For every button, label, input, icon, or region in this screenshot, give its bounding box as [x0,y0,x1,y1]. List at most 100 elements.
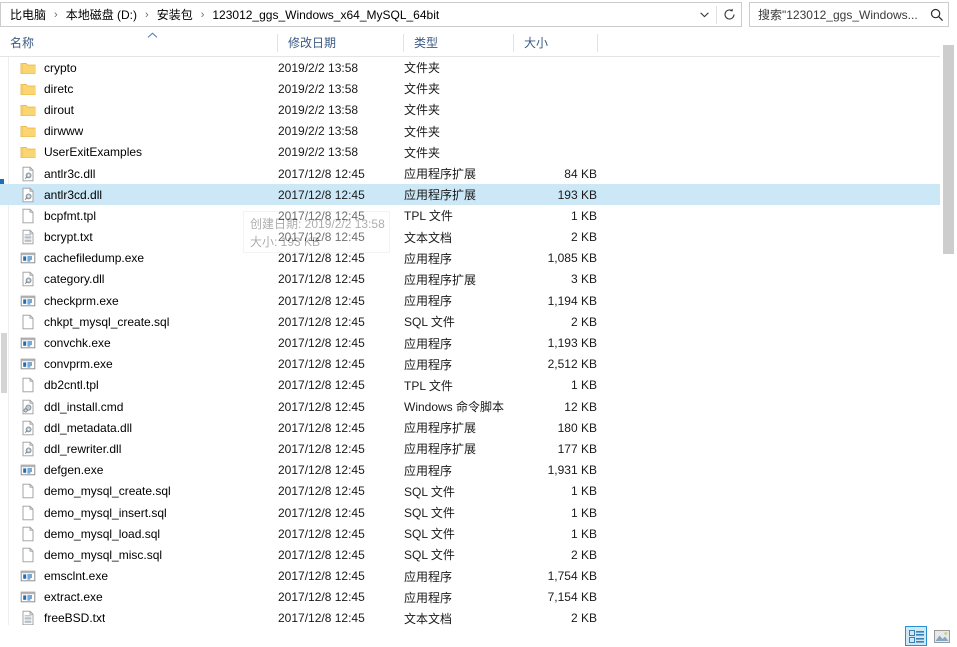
column-header-size[interactable]: 大小 [514,29,598,56]
file-row[interactable]: UserExitExamples 2019/2/2 13:58 文件夹 [0,142,940,163]
file-row[interactable]: convchk.exe 2017/12/8 12:45 应用程序 1,193 KB [0,332,940,353]
file-name-cell[interactable]: UserExitExamples [0,142,278,163]
large-icons-view-button[interactable] [931,626,953,646]
file-date-cell: 2017/12/8 12:45 [278,166,365,181]
file-date-cell: 2017/12/8 12:45 [278,463,365,478]
file-name-label: demo_mysql_create.sql [44,484,171,499]
file-row[interactable]: antlr3cd.dll 2017/12/8 12:45 应用程序扩展 193 KB [0,184,940,206]
file-row[interactable]: chkpt_mysql_create.sql 2017/12/8 12:45 SQL… [0,311,940,332]
folder-icon [20,147,36,159]
column-header-date-label: 修改日期 [288,36,337,50]
file-row[interactable]: extract.exe 2017/12/8 12:45 应用程序 7,154 KB [0,587,940,608]
file-name-cell[interactable]: checkprm.exe [0,290,278,311]
folder-icon [18,142,38,162]
file-name-cell[interactable]: cachefiledump.exe [0,248,278,269]
breadcrumb[interactable]: 比电脑 › 本地磁盘 (D:) › 安装包 › 123012_ggs_Windows_x64… [1,5,692,25]
file-name-cell[interactable]: dirout [0,99,278,120]
vertical-scrollbar[interactable] [940,29,957,625]
file-name-label: ddl_install.cmd [44,399,124,414]
column-header-type[interactable]: 类型 [404,29,514,56]
file-row[interactable]: crypto 2019/2/2 13:58 文件夹 [0,57,940,78]
file-row[interactable]: category.dll 2017/12/8 12:45 应用程序扩展 3 KB [0,269,940,290]
file-name-cell[interactable]: ddl_metadata.dll [0,417,278,438]
file-type-cell: 文件夹 [404,61,441,76]
file-name-cell[interactable]: bcrypt.txt [0,227,278,248]
file-row[interactable]: diretc 2019/2/2 13:58 文件夹 [0,78,940,99]
breadcrumb-item[interactable]: 比电脑 [7,5,49,25]
file-name-cell[interactable]: extract.exe [0,587,278,608]
blank-file-icon [22,314,34,330]
file-row[interactable]: convprm.exe 2017/12/8 12:45 应用程序 2,512 KB [0,354,940,375]
blank-file-icon [22,208,34,224]
file-row[interactable]: bcpfmt.tpl 2017/12/8 12:45 TPL 文件 1 KB [0,205,940,226]
breadcrumb-item[interactable]: 123012_ggs_Windows_x64_MySQL_64bit [209,5,442,25]
breadcrumb-item[interactable]: 本地磁盘 (D:) [63,5,140,25]
executable-file-icon [20,591,36,603]
file-name-cell[interactable]: diretc [0,78,278,99]
column-header-name[interactable]: 名称 [0,29,278,56]
file-type-icon [18,481,38,501]
scrollbar-thumb[interactable] [943,45,954,254]
file-row[interactable]: ddl_metadata.dll 2017/12/8 12:45 应用程序扩展 180… [0,417,940,438]
address-dropdown-button[interactable] [692,3,716,26]
file-type-icon [18,227,38,247]
file-row[interactable]: ddl_rewriter.dll 2017/12/8 12:45 应用程序扩展 177… [0,438,940,459]
column-divider[interactable] [597,34,598,52]
file-row[interactable]: demo_mysql_misc.sql 2017/12/8 12:45 SQL 文件… [0,544,940,565]
breadcrumb-item[interactable]: 安装包 [154,5,196,25]
file-size-cell: 1 KB [570,526,597,541]
file-row[interactable]: defgen.exe 2017/12/8 12:45 应用程序 1,931 KB [0,460,940,481]
file-type-icon [18,460,38,480]
file-name-cell[interactable]: category.dll [0,269,278,290]
file-type-icon [18,503,38,523]
file-name-cell[interactable]: ddl_rewriter.dll [0,438,278,459]
refresh-button[interactable] [717,3,741,26]
address-path-box[interactable]: 比电脑 › 本地磁盘 (D:) › 安装包 › 123012_ggs_Windows_x64… [0,2,742,27]
file-row[interactable]: demo_mysql_load.sql 2017/12/8 12:45 SQL 文件… [0,523,940,544]
blank-file-icon [22,526,34,541]
details-view-button[interactable] [905,626,927,646]
file-row[interactable]: demo_mysql_insert.sql 2017/12/8 12:45 SQL … [0,502,940,523]
file-name-cell[interactable]: emsclnt.exe [0,566,278,587]
file-type-icon [18,566,38,586]
file-name-cell[interactable]: chkpt_mysql_create.sql [0,311,278,332]
file-date-cell: 2017/12/8 12:45 [278,272,365,287]
file-name-cell[interactable]: antlr3cd.dll [0,184,278,205]
file-name-cell[interactable]: db2cntl.tpl [0,375,278,396]
search-input[interactable]: 搜索"123012_ggs_Windows... [750,6,926,23]
file-type-icon [18,291,38,311]
file-name-cell[interactable]: demo_mysql_insert.sql [0,502,278,523]
file-name-cell[interactable]: defgen.exe [0,460,278,481]
column-header-date-modified[interactable]: 修改日期 [278,29,404,56]
file-row[interactable]: ddl_install.cmd 2017/12/8 12:45 Windows 命令… [0,396,940,417]
file-name-cell[interactable]: demo_mysql_misc.sql [0,544,278,565]
file-name-cell[interactable]: crypto [0,57,278,78]
file-name-label: convchk.exe [44,336,111,351]
search-icon[interactable] [926,8,948,22]
file-row[interactable]: bcrypt.txt 2017/12/8 12:45 文本文档 2 KB [0,227,940,248]
file-row[interactable]: cachefiledump.exe 2017/12/8 12:45 应用程序 1,08… [0,248,940,269]
file-name-cell[interactable]: bcpfmt.tpl [0,205,278,226]
file-date-cell: 2017/12/8 12:45 [278,590,365,605]
file-row[interactable]: checkprm.exe 2017/12/8 12:45 应用程序 1,194 KB [0,290,940,311]
file-name-cell[interactable]: convprm.exe [0,354,278,375]
file-row[interactable]: emsclnt.exe 2017/12/8 12:45 应用程序 1,754 KB [0,566,940,587]
file-name-cell[interactable]: convchk.exe [0,332,278,353]
file-row[interactable]: dirwww 2019/2/2 13:58 文件夹 [0,121,940,142]
file-row[interactable]: dirout 2019/2/2 13:58 文件夹 [0,99,940,120]
file-date-cell: 2017/12/8 12:45 [278,505,365,520]
file-size-cell: 1,931 KB [547,463,597,478]
file-name-cell[interactable]: demo_mysql_load.sql [0,523,278,544]
file-row[interactable]: db2cntl.tpl 2017/12/8 12:45 TPL 文件 1 KB [0,375,940,396]
file-size-cell: 2 KB [570,314,597,329]
file-row[interactable]: demo_mysql_create.sql 2017/12/8 12:45 SQL … [0,481,940,502]
file-name-label: cachefiledump.exe [44,251,145,266]
file-name-cell[interactable]: dirwww [0,121,278,142]
file-name-cell[interactable]: antlr3c.dll [0,163,278,184]
file-row[interactable]: antlr3c.dll 2017/12/8 12:45 应用程序扩展 84 KB [0,163,940,184]
file-name-cell[interactable]: demo_mysql_create.sql [0,481,278,502]
search-box[interactable]: 搜索"123012_ggs_Windows... [749,2,949,27]
file-list[interactable]: crypto 2019/2/2 13:58 文件夹 diretc 2019/2/2 13… [0,57,940,626]
file-name-cell[interactable]: ddl_install.cmd [0,396,278,417]
file-type-icon [18,206,38,226]
